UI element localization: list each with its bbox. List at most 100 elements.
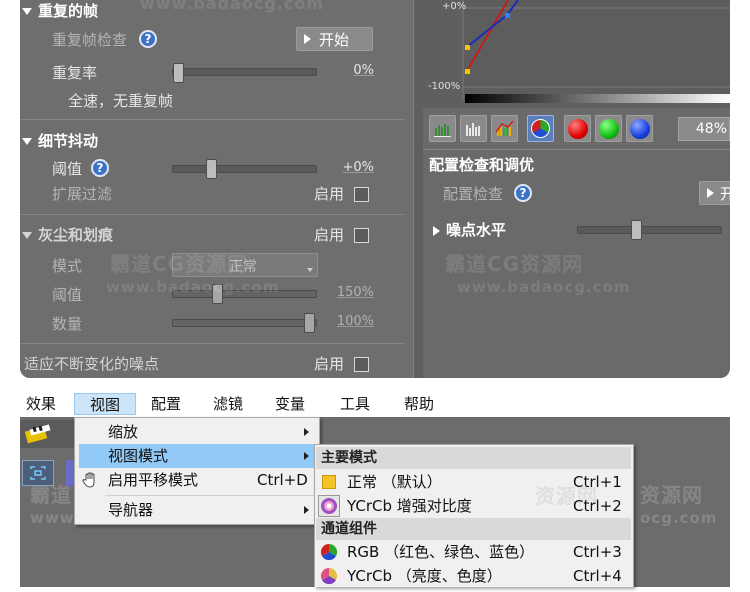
dup-check-label: 重复帧检查 bbox=[52, 31, 128, 49]
help-icon[interactable]: ? bbox=[91, 159, 109, 177]
divider bbox=[20, 343, 405, 344]
blue-channel-icon[interactable] bbox=[626, 115, 653, 142]
collapse-arrow-icon bbox=[22, 232, 32, 239]
menu-item-label: YCrCb （亮度、色度） bbox=[347, 567, 502, 585]
dust-enable-checkbox[interactable] bbox=[354, 228, 369, 243]
menu-item-pan-mode[interactable]: 启用平移模式 Ctrl+D bbox=[75, 468, 319, 492]
divider bbox=[20, 119, 405, 120]
menu-item-zoom[interactable]: 缩放 bbox=[75, 420, 319, 444]
histogram-color-icon[interactable] bbox=[491, 115, 518, 142]
start-label: 开 bbox=[720, 185, 730, 203]
ext-filter-enable-label: 启用 bbox=[314, 185, 345, 203]
menu-item-label: 启用平移模式 bbox=[108, 471, 199, 489]
adaptive-enable-label: 启用 bbox=[314, 355, 345, 373]
right-settings-column: +0% -100% 48% 配置检查和调优 配置检查 ? 开 噪点水平 霸道CG… bbox=[423, 0, 730, 378]
dup-rate-slider-thumb[interactable] bbox=[173, 63, 184, 83]
dust-count-label: 数量 bbox=[52, 315, 83, 333]
section-dust-scratch[interactable]: 灰尘和划痕 bbox=[22, 224, 113, 245]
play-icon bbox=[707, 188, 714, 198]
menu-item-navigator[interactable]: 导航器 bbox=[75, 498, 319, 522]
watermark-text: 资源网 bbox=[640, 483, 703, 507]
dust-enable-label: 启用 bbox=[314, 226, 345, 244]
submenu-header-main: 主要模式 bbox=[316, 447, 631, 469]
menu-effects[interactable]: 效果 bbox=[26, 393, 56, 415]
ycrcb-enhanced-icon bbox=[318, 495, 340, 517]
view-mode-rgb[interactable]: RGB （红色、绿色、蓝色） Ctrl+3 bbox=[315, 540, 633, 564]
menu-bar: 效果 视图 配置 滤镜 变量 bbox=[20, 393, 320, 417]
histogram-luma-icon[interactable] bbox=[429, 115, 456, 142]
menu-filter[interactable]: 滤镜 bbox=[213, 393, 243, 415]
dup-rate-slider[interactable] bbox=[172, 68, 317, 76]
section-detail-jitter[interactable]: 细节抖动 bbox=[22, 130, 98, 151]
view-mode-ycrcb[interactable]: YCrCb （亮度、色度） Ctrl+4 bbox=[315, 564, 633, 588]
dust-threshold-value[interactable]: 150% bbox=[330, 285, 374, 300]
noise-level-slider-thumb[interactable] bbox=[631, 220, 642, 240]
divider bbox=[423, 149, 730, 150]
dust-mode-label: 模式 bbox=[52, 257, 83, 275]
submenu-arrow-icon bbox=[304, 506, 309, 514]
dup-check-start-button[interactable]: 开始 bbox=[296, 27, 373, 51]
menu-item-label: RGB （红色、绿色、蓝色） bbox=[347, 543, 535, 561]
hand-icon bbox=[81, 471, 99, 489]
help-icon[interactable]: ? bbox=[139, 30, 157, 48]
config-section-title[interactable]: 配置检查和调优 bbox=[429, 154, 534, 175]
noise-curve-graph[interactable]: +0% -100% bbox=[423, 0, 730, 108]
menu-item-label: 正常 （默认） bbox=[347, 473, 442, 491]
menu-config[interactable]: 配置 bbox=[151, 393, 181, 415]
fit-view-button[interactable] bbox=[22, 460, 54, 486]
menu-view[interactable]: 视图 bbox=[74, 393, 136, 415]
dust-threshold-label: 阈值 bbox=[52, 286, 83, 304]
rgb-channels-icon[interactable] bbox=[527, 115, 554, 142]
left-settings-column: www.badaocg.com 重复的帧 重复帧检查 ? 开始 重复率 0% 全… bbox=[20, 0, 413, 378]
app-toolbar bbox=[20, 420, 75, 448]
ext-filter-checkbox[interactable] bbox=[354, 187, 369, 202]
menu-variables[interactable]: 变量 bbox=[275, 393, 305, 415]
jitter-threshold-label: 阈值 bbox=[52, 160, 83, 178]
section-title: 细节抖动 bbox=[38, 132, 99, 150]
section-title: 重复的帧 bbox=[38, 2, 99, 20]
dup-rate-note: 全速，无重复帧 bbox=[68, 92, 174, 110]
watermark-url: www.badaocg.com bbox=[140, 0, 325, 13]
jitter-threshold-slider[interactable] bbox=[172, 165, 317, 173]
watermark-text: ocg.com bbox=[640, 509, 718, 527]
view-menu-dropdown: 缩放 视图模式 启用平移模式 Ctrl+D 导航器 bbox=[74, 417, 320, 525]
config-check-start-button[interactable]: 开 bbox=[699, 181, 730, 205]
section-duplicate-frames[interactable]: 重复的帧 bbox=[22, 0, 98, 21]
noise-level-slider[interactable] bbox=[577, 226, 722, 234]
adaptive-noise-label: 适应不断变化的噪点 bbox=[24, 355, 160, 373]
menu-item-label: YCrCb 增强对比度 bbox=[347, 497, 472, 515]
green-channel-icon[interactable] bbox=[595, 115, 622, 142]
ext-filter-label: 扩展过滤 bbox=[52, 185, 113, 203]
dup-rate-value[interactable]: 0% bbox=[330, 63, 374, 78]
curve-chart-svg bbox=[462, 0, 730, 103]
app-logo-icon bbox=[24, 423, 56, 445]
config-check-label: 配置检查 bbox=[443, 185, 504, 203]
menu-item-shortcut: Ctrl+4 bbox=[573, 567, 622, 585]
menu-item-label: 视图模式 bbox=[108, 447, 169, 465]
menu-tools[interactable]: 工具 bbox=[340, 393, 370, 415]
dup-rate-label: 重复率 bbox=[52, 64, 98, 82]
toolbar-button-partial[interactable] bbox=[66, 460, 74, 486]
rgb-icon bbox=[320, 543, 338, 561]
jitter-threshold-value[interactable]: +0% bbox=[330, 160, 374, 175]
help-icon[interactable]: ? bbox=[514, 184, 532, 202]
menu-help[interactable]: 帮助 bbox=[404, 393, 434, 415]
dust-count-slider[interactable] bbox=[172, 319, 317, 327]
dust-count-value[interactable]: 100% bbox=[330, 314, 374, 329]
menu-item-view-mode[interactable]: 视图模式 bbox=[79, 444, 319, 468]
section-noise-level[interactable]: 噪点水平 bbox=[433, 219, 506, 240]
dust-count-slider-thumb[interactable] bbox=[304, 313, 315, 333]
collapse-arrow-icon bbox=[22, 138, 32, 145]
curve-label-bottom: -100% bbox=[428, 81, 461, 92]
percent-input[interactable]: 48% bbox=[678, 117, 730, 141]
play-icon bbox=[304, 34, 311, 44]
red-channel-icon[interactable] bbox=[564, 115, 591, 142]
watermark-text: 霸道CG资源网 bbox=[110, 252, 249, 276]
adaptive-noise-checkbox[interactable] bbox=[354, 357, 369, 372]
histogram-gray-icon[interactable] bbox=[460, 115, 487, 142]
jitter-threshold-slider-thumb[interactable] bbox=[206, 159, 217, 179]
section-title: 灰尘和划痕 bbox=[38, 226, 114, 244]
watermark-url: www.badaocg.com bbox=[457, 278, 631, 296]
column-splitter[interactable] bbox=[413, 0, 423, 378]
folder-icon bbox=[322, 475, 336, 489]
